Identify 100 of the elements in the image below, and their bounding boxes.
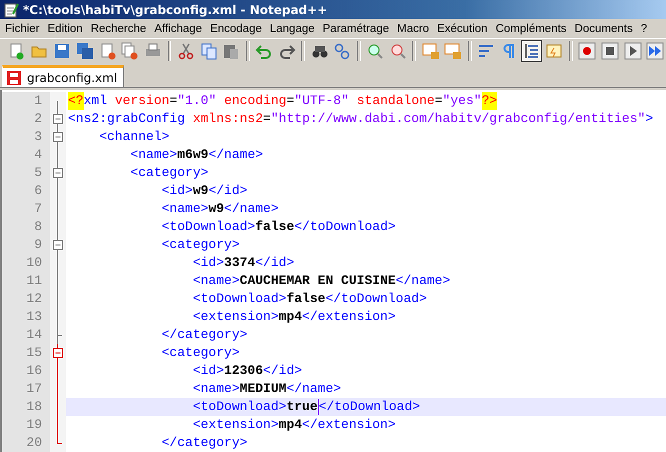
menu-item[interactable]: Affichage [150,22,206,34]
code-token: w9 [208,200,224,218]
line-number: 1 [2,92,50,110]
menu-item[interactable]: Documents [570,22,637,34]
code-token: <category> [160,236,240,254]
save-icon [52,42,71,60]
code-token: "UTF-8" [294,92,350,110]
code-token: 3374 [224,254,256,272]
code-token: <extension> [192,416,279,434]
line-number: 17 [2,380,50,398]
code-token: ?> [482,92,498,110]
fold-toggle-icon[interactable] [53,114,63,124]
code-token: <id> [192,362,224,380]
line-number: 12 [2,290,50,308]
code-token: </extension> [302,416,396,434]
record-icon [578,42,596,60]
fold-toggle-icon[interactable] [53,240,63,250]
code-token: <name> [160,200,208,218]
line-number: 13 [2,308,50,326]
close-file-icon [98,42,117,60]
menu-item[interactable]: Recherche [86,22,150,34]
menu-item[interactable]: Fichier [1,22,44,34]
menu-item[interactable]: Encodage [206,22,266,34]
line-number: 3 [2,128,50,146]
code-token: 12306 [224,362,264,380]
code-token: false [255,218,294,236]
indent-guide-button[interactable] [521,40,542,62]
code-token: </category> [160,434,248,452]
copy-icon [200,42,218,60]
code-token: </toDownload> [318,398,420,416]
menu-item[interactable]: Edition [44,22,87,34]
code-token: false [286,290,326,308]
line-number: 14 [2,326,50,344]
code-token: </id> [208,182,248,200]
play-icon [624,42,642,60]
code-token: "http://www.dabi.com/habitv/grabconfig/entities" [270,110,646,128]
code-token: m6w9 [177,146,208,164]
code-token: <extension> [192,308,279,326]
line-number: 20 [2,434,50,452]
code-token: true [286,398,318,416]
code-token: <channel> [98,128,170,146]
line-number: 5 [2,164,50,182]
fold-toggle-icon[interactable] [53,348,63,358]
line-number: 2 [2,110,50,128]
code-token: </extension> [302,308,396,326]
code-token: mp4 [278,308,302,326]
code-token: <category> [129,164,208,182]
close-all-icon [121,42,140,60]
code-token: CAUCHEMAR EN CUISINE [240,272,396,290]
menu-item[interactable]: Compléments [492,22,571,34]
code-token: </category> [160,326,248,344]
line-number: 19 [2,416,50,434]
code-token: xmlns:ns2 [192,110,264,128]
menu-item[interactable]: Paramétrage [318,22,394,34]
notepad-icon [3,2,19,18]
code-token: = [169,92,178,110]
line-number: 15 [2,344,50,362]
menu-item[interactable]: ? [636,22,652,34]
code-token: <toDownload> [192,398,286,416]
code-token: </id> [255,254,294,272]
file-tab[interactable]: grabconfig.xml [2,65,124,87]
record-button[interactable] [576,40,598,62]
menu-item[interactable]: Macro [393,22,434,34]
code-token: <toDownload> [160,218,256,236]
stop-button[interactable] [599,40,620,62]
code-token: = [263,110,271,128]
code-token: "1.0" [177,92,218,110]
menu-item[interactable]: Exécution [433,22,492,34]
code-token: </toDownload> [325,290,427,308]
save-all-icon [76,42,94,60]
code-token: w9 [192,182,208,200]
line-number: 16 [2,362,50,380]
line-number: 10 [2,254,50,272]
play-button[interactable] [622,40,644,62]
scissors-icon [176,42,195,60]
code-token: version [114,92,170,110]
menu-item[interactable]: Langage [266,22,319,34]
line-number: 7 [2,200,50,218]
code-token: = [434,92,443,110]
fast-forward-button[interactable] [645,40,666,62]
code-token: </id> [263,362,302,380]
line-number: 4 [2,146,50,164]
code-token: </name> [224,200,279,218]
code-token: MEDIUM [240,380,286,398]
code-token: <name> [192,380,240,398]
code-token: > [645,110,654,128]
line-number: 18 [2,398,50,416]
code-token: <name> [129,146,178,164]
zoom-in-icon [366,42,384,60]
code-token: encoding [224,92,286,110]
fold-toggle-icon[interactable] [53,132,63,142]
stop-icon [600,42,619,60]
code-token: <id> [160,182,193,200]
line-number: 6 [2,182,50,200]
code-token: <toDownload> [192,290,286,308]
fast-forward-icon [646,42,664,60]
code-token: </toDownload> [294,218,396,236]
code-token: "yes" [442,92,482,110]
fold-toggle-icon[interactable] [53,168,63,178]
code-token: <name> [192,272,240,290]
